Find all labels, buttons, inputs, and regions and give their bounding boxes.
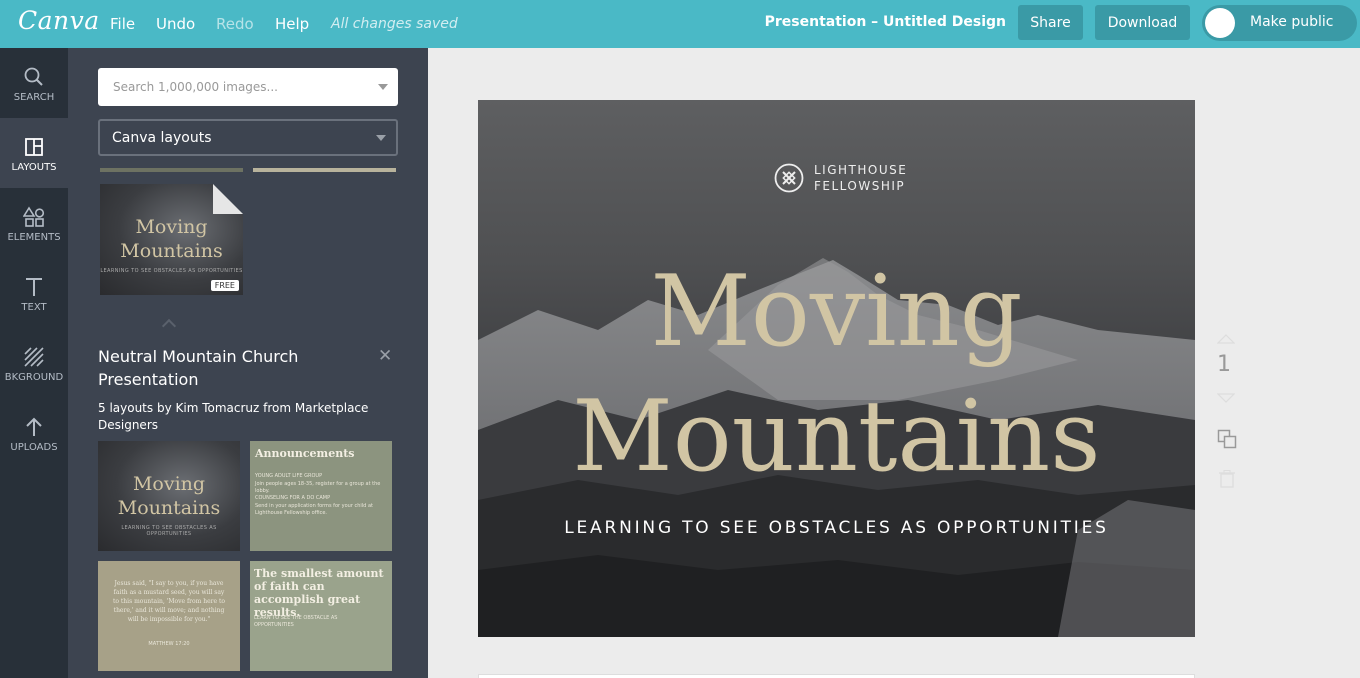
rail-item-layouts[interactable]: LAYOUTS: [0, 118, 68, 188]
elements-icon: [23, 206, 45, 227]
trash-icon[interactable]: [1219, 470, 1235, 488]
thumb-subtitle: LEARNING TO SEE OBSTACLES AS OPPORTUNITI…: [100, 268, 243, 274]
thumb-text: Jesus said, "I say to you, if you have f…: [112, 580, 226, 623]
layouts-panel: Search 1,000,000 images... Canva layouts…: [68, 48, 428, 678]
save-status: All changes saved: [331, 16, 458, 32]
title-line: Mountains: [572, 380, 1101, 494]
slide-subtitle[interactable]: LEARNING TO SEE OBSTACLES AS OPPORTUNITI…: [478, 518, 1195, 538]
layout-thumbnail-statement[interactable]: The smallest amount of faith can accompl…: [250, 561, 392, 671]
next-slide[interactable]: [478, 674, 1195, 678]
duplicate-icon[interactable]: [1217, 429, 1237, 449]
thumb-text: MATTHEW 17:20: [148, 641, 190, 647]
chevron-up-icon[interactable]: [161, 318, 177, 334]
make-public-label: Make public: [1250, 14, 1334, 30]
move-down-icon[interactable]: [1217, 393, 1235, 403]
rail-label: ELEMENTS: [7, 232, 61, 243]
layout-thumbnail-quote[interactable]: Jesus said, "I say to you, if you have f…: [98, 561, 240, 671]
slide-1[interactable]: LIGHTHOUSE FELLOWSHIP Moving Mountains L…: [478, 100, 1195, 637]
rail-label: UPLOADS: [10, 442, 58, 453]
chevron-down-icon: [376, 135, 386, 141]
thumbnail-edge: [253, 168, 396, 172]
rail-label: SEARCH: [13, 92, 55, 103]
toggle-knob: [1205, 8, 1235, 38]
chevron-down-icon[interactable]: [378, 84, 388, 90]
search-placeholder: Search 1,000,000 images...: [113, 80, 278, 94]
document-title[interactable]: Presentation – Untitled Design: [760, 14, 1006, 30]
file-menu[interactable]: File: [110, 15, 135, 33]
make-public-toggle[interactable]: Make public: [1202, 5, 1357, 41]
left-rail: SEARCH LAYOUTS ELEMENTS TEXT BKGROUND UP…: [0, 48, 68, 678]
rail-item-background[interactable]: BKGROUND: [0, 328, 68, 398]
share-button[interactable]: Share: [1018, 5, 1083, 40]
free-badge: FREE: [210, 280, 239, 291]
layout-thumbnail-announcements[interactable]: Announcements YOUNG ADULT LIFE GROUP Joi…: [250, 441, 392, 551]
organization-name[interactable]: LIGHTHOUSE FELLOWSHIP: [814, 162, 907, 194]
layout-thumbnail-cover[interactable]: Moving Mountains LEARNING TO SEE OBSTACL…: [98, 441, 240, 551]
thumb-text: Join people ages 18-35, register for a g…: [255, 481, 381, 494]
thumb-text: Send in your application forms for your …: [255, 503, 373, 516]
rail-label: TEXT: [21, 302, 47, 313]
org-line: FELLOWSHIP: [814, 179, 906, 193]
collection-author[interactable]: 5 layouts by Kim Tomacruz from Marketpla…: [98, 400, 388, 434]
thumb-title: Mountains: [120, 240, 223, 262]
thumb-text: YOUNG ADULT LIFE GROUP: [255, 473, 323, 479]
undo-button[interactable]: Undo: [156, 15, 195, 33]
select-value: Canva layouts: [112, 130, 212, 146]
slide-title[interactable]: Moving Mountains: [478, 250, 1195, 500]
close-icon[interactable]: ✕: [378, 346, 392, 366]
image-search-input[interactable]: Search 1,000,000 images...: [98, 68, 398, 106]
rail-item-elements[interactable]: ELEMENTS: [0, 188, 68, 258]
lighthouse-logo-icon: [774, 163, 804, 193]
background-icon: [24, 347, 44, 367]
download-button[interactable]: Download: [1095, 5, 1190, 40]
org-line: LIGHTHOUSE: [814, 163, 908, 177]
move-up-icon[interactable]: [1217, 334, 1235, 344]
thumb-title: Mountains: [117, 497, 221, 519]
thumbnail-edge: [100, 168, 243, 172]
featured-layout-thumbnail[interactable]: Moving Mountains LEARNING TO SEE OBSTACL…: [100, 184, 243, 295]
thumb-text: LEARN TO SEE THE OBSTACLE AS OPPORTUNITI…: [254, 615, 338, 628]
title-line: Moving: [650, 255, 1023, 369]
thumb-title: Moving: [132, 473, 206, 495]
thumb-title: The smallest amount of faith can accompl…: [254, 567, 384, 619]
rail-item-uploads[interactable]: UPLOADS: [0, 398, 68, 468]
rail-item-text[interactable]: TEXT: [0, 258, 68, 328]
page-curl: [213, 184, 243, 214]
layouts-icon: [25, 138, 43, 156]
thumb-title: Moving: [135, 216, 208, 238]
rail-label: BKGROUND: [4, 372, 64, 383]
thumb-subtitle: LEARNING TO SEE OBSTACLES AS OPPORTUNITI…: [121, 525, 217, 537]
search-icon: [24, 67, 43, 86]
thumb-title: Announcements: [255, 447, 355, 460]
top-bar: Canva File Undo Redo Help All changes sa…: [0, 0, 1360, 48]
upload-icon: [26, 417, 42, 436]
text-icon: [26, 278, 42, 296]
thumb-text: COUNSELING FOR A DO CAMP: [255, 495, 331, 501]
canva-logo[interactable]: Canva: [18, 6, 100, 35]
help-menu[interactable]: Help: [275, 15, 309, 33]
collection-title: Neutral Mountain Church Presentation: [98, 347, 299, 389]
rail-item-search[interactable]: SEARCH: [0, 48, 68, 118]
rail-label: LAYOUTS: [11, 162, 57, 173]
layouts-source-select[interactable]: Canva layouts: [98, 119, 398, 156]
redo-button[interactable]: Redo: [216, 15, 254, 33]
page-number: 1: [1217, 352, 1231, 377]
